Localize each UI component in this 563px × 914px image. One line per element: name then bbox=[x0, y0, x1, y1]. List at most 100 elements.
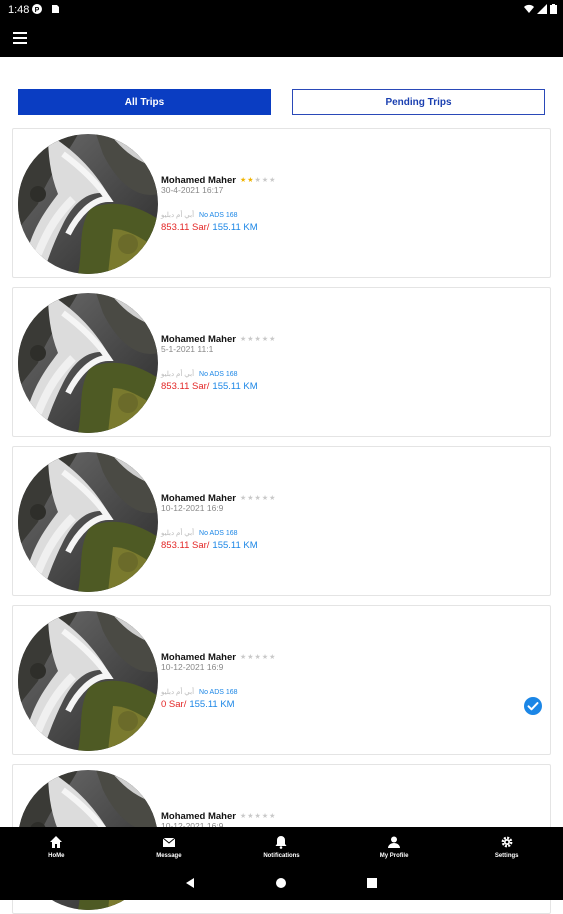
star-icon: ★ bbox=[247, 495, 255, 502]
star-icon: ★ bbox=[269, 177, 277, 184]
star-icon: ★ bbox=[269, 654, 277, 661]
star-icon: ★ bbox=[254, 336, 262, 343]
ads-row: أبي أم دبليو No ADS 168 bbox=[161, 529, 238, 537]
rating-stars: ★★★★★ bbox=[240, 176, 276, 184]
status-bar: 1:48 P bbox=[0, 0, 563, 20]
star-icon: ★ bbox=[269, 336, 277, 343]
star-icon: ★ bbox=[254, 654, 262, 661]
rating-stars: ★★★★★ bbox=[240, 335, 276, 343]
trip-card[interactable]: Mohamed Maher ★★★★★ 30-4-2021 16:17 أبي أم … bbox=[12, 128, 551, 278]
trip-image bbox=[18, 293, 158, 433]
app-bar bbox=[0, 20, 563, 57]
price-row: 853.11 Sar/155.11 KM bbox=[161, 540, 258, 551]
tab-pending-trips-label: Pending Trips bbox=[385, 96, 452, 108]
nav-profile[interactable]: My Profile bbox=[338, 827, 451, 867]
trip-image bbox=[18, 611, 158, 751]
driver-name: Mohamed Maher bbox=[161, 333, 236, 345]
trip-date: 10-12-2021 16:9 bbox=[161, 503, 224, 513]
tab-pending-trips[interactable]: Pending Trips bbox=[292, 89, 545, 115]
price-row: 853.11 Sar/155.11 KM bbox=[161, 222, 258, 233]
nav-settings[interactable]: Settings bbox=[450, 827, 563, 867]
ads-code: No ADS 168 bbox=[199, 530, 238, 537]
rating-stars: ★★★★★ bbox=[240, 812, 276, 820]
system-navigation-bar bbox=[0, 867, 563, 900]
nav-message-label: Message bbox=[156, 853, 182, 859]
home-icon bbox=[50, 836, 63, 848]
nav-profile-label: My Profile bbox=[379, 853, 409, 859]
waterfall-photo bbox=[18, 134, 158, 274]
star-icon: ★ bbox=[247, 654, 255, 661]
driver-name: Mohamed Maher bbox=[161, 492, 236, 504]
waterfall-photo bbox=[18, 293, 158, 433]
wifi-icon bbox=[524, 4, 534, 14]
status-time: 1:48 bbox=[8, 4, 30, 16]
home-circle-icon[interactable] bbox=[275, 877, 287, 889]
trip-card[interactable]: Mohamed Maher ★★★★★ 10-12-2021 16:9 أبي أم … bbox=[12, 605, 551, 755]
trip-date: 30-4-2021 16:17 bbox=[161, 185, 224, 195]
ads-arabic-text: أبي أم دبليو bbox=[161, 530, 195, 537]
ads-code: No ADS 168 bbox=[199, 371, 238, 378]
gear-icon bbox=[501, 836, 513, 848]
sd-card-icon bbox=[52, 5, 59, 13]
rating-stars: ★★★★★ bbox=[240, 494, 276, 502]
back-icon[interactable] bbox=[184, 877, 196, 889]
star-icon: ★ bbox=[261, 336, 270, 343]
driver-name: Mohamed Maher bbox=[161, 651, 236, 663]
waterfall-photo bbox=[18, 452, 158, 592]
nav-message[interactable]: Message bbox=[113, 827, 226, 867]
svg-text:P: P bbox=[35, 7, 40, 14]
driver-name: Mohamed Maher bbox=[161, 810, 236, 822]
star-icon: ★ bbox=[261, 177, 270, 184]
star-icon: ★ bbox=[269, 495, 277, 502]
ads-arabic-text: أبي أم دبليو bbox=[161, 371, 195, 378]
menu-icon[interactable] bbox=[13, 32, 27, 44]
rating-stars: ★★★★★ bbox=[240, 653, 276, 661]
trip-card[interactable]: Mohamed Maher ★★★★★ 10-12-2021 16:9 أبي أم … bbox=[12, 446, 551, 596]
trip-date: 5-1-2021 11:1 bbox=[161, 344, 214, 354]
star-icon: ★ bbox=[269, 813, 277, 820]
trip-distance: 155.11 KM bbox=[212, 540, 258, 551]
nav-settings-label: Settings bbox=[494, 853, 519, 859]
star-icon: ★ bbox=[254, 813, 262, 820]
star-icon: ★ bbox=[254, 177, 262, 184]
nav-notifications-label: Notifications bbox=[263, 853, 300, 859]
ads-arabic-text: أبي أم دبليو bbox=[161, 689, 195, 696]
signal-icon bbox=[537, 4, 547, 14]
star-icon: ★ bbox=[247, 813, 255, 820]
price-row: 853.11 Sar/155.11 KM bbox=[161, 381, 258, 392]
nav-home[interactable]: HoMe bbox=[0, 827, 113, 867]
star-icon: ★ bbox=[261, 813, 270, 820]
mail-icon bbox=[162, 837, 176, 847]
ads-row: أبي أم دبليو No ADS 168 bbox=[161, 370, 238, 378]
trip-image bbox=[18, 134, 158, 274]
trip-price: 853.11 Sar/ bbox=[161, 222, 210, 233]
trip-image bbox=[18, 452, 158, 592]
tab-all-trips-label: All Trips bbox=[124, 96, 165, 108]
trip-price: 853.11 Sar/ bbox=[161, 540, 210, 551]
ads-arabic-text: أبي أم دبليو bbox=[161, 212, 195, 219]
recents-icon[interactable] bbox=[366, 877, 378, 889]
trip-distance: 155.11 KM bbox=[189, 699, 235, 710]
battery-icon bbox=[550, 4, 557, 14]
star-icon: ★ bbox=[254, 495, 262, 502]
waterfall-photo bbox=[18, 611, 158, 751]
ads-row: أبي أم دبليو No ADS 168 bbox=[161, 688, 238, 696]
star-icon: ★ bbox=[247, 336, 255, 343]
star-icon: ★ bbox=[261, 654, 270, 661]
price-row: 0 Sar/155.11 KM bbox=[161, 699, 235, 710]
bottom-navigation: HoMe Message Notifications My Profile Se… bbox=[0, 827, 563, 867]
nav-home-label: HoMe bbox=[48, 853, 65, 859]
trip-price: 853.11 Sar/ bbox=[161, 381, 210, 392]
ads-code: No ADS 168 bbox=[199, 689, 238, 696]
trip-date: 10-12-2021 16:9 bbox=[161, 662, 224, 672]
ads-code: No ADS 168 bbox=[199, 212, 238, 219]
trip-card[interactable]: Mohamed Maher ★★★★★ 5-1-2021 11:1 أبي أم دب… bbox=[12, 287, 551, 437]
notification-app-icon: P bbox=[32, 4, 42, 14]
check-circle-icon[interactable] bbox=[524, 697, 542, 715]
star-icon: ★ bbox=[247, 177, 255, 184]
trip-distance: 155.11 KM bbox=[212, 381, 258, 392]
bell-icon bbox=[275, 836, 287, 849]
tab-all-trips[interactable]: All Trips bbox=[18, 89, 271, 115]
nav-notifications[interactable]: Notifications bbox=[225, 827, 338, 867]
ads-row: أبي أم دبليو No ADS 168 bbox=[161, 211, 238, 219]
